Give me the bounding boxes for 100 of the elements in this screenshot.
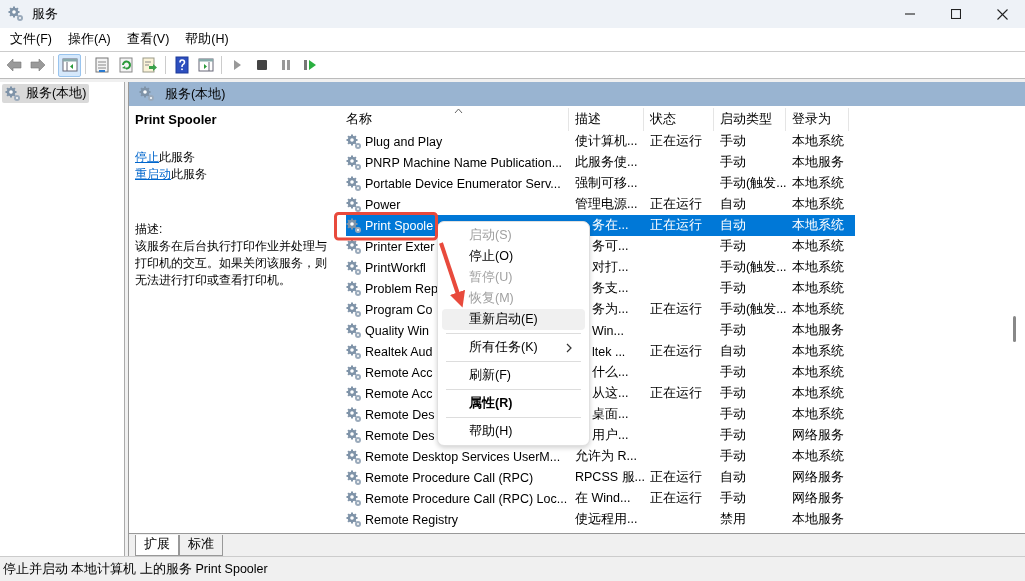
menu-item[interactable]: 帮助(H) bbox=[177, 31, 237, 48]
export-icon bbox=[140, 56, 159, 74]
table-cell: 手动 bbox=[720, 448, 746, 465]
view-tab[interactable]: 扩展 bbox=[135, 535, 179, 556]
menu-item[interactable]: 帮助(H) bbox=[442, 421, 585, 442]
service-icon bbox=[346, 196, 362, 213]
table-cell: 管理电源... bbox=[575, 196, 638, 213]
table-cell: PrintWorkfl bbox=[365, 260, 426, 275]
table-cell: 从这... bbox=[592, 385, 629, 402]
menu-item[interactable]: 查看(V) bbox=[118, 31, 178, 48]
tree-item[interactable]: 服务(本地) bbox=[2, 84, 90, 103]
service-icon bbox=[346, 427, 362, 444]
column-header[interactable]: 登录为 bbox=[786, 108, 849, 131]
table-cell: 正在运行 bbox=[650, 196, 702, 213]
table-cell: 用户... bbox=[592, 427, 629, 444]
table-cell: 桌面... bbox=[592, 406, 629, 423]
table-cell: 本地系统 bbox=[792, 175, 844, 192]
service-icon bbox=[346, 490, 362, 507]
help-icon bbox=[172, 56, 191, 74]
table-cell: 使计算机... bbox=[575, 133, 638, 150]
menu-item[interactable]: 停止(O) bbox=[442, 246, 585, 267]
table-cell: Power bbox=[365, 197, 401, 212]
service-icon bbox=[346, 280, 362, 297]
column-header[interactable]: 名称 bbox=[340, 108, 569, 131]
table-cell: 务在... bbox=[592, 217, 629, 234]
description-label: 描述: bbox=[135, 221, 164, 238]
table-cell: 自动 bbox=[720, 217, 746, 234]
service-icon bbox=[346, 406, 362, 423]
column-header[interactable]: 启动类型 bbox=[714, 108, 786, 131]
table-cell: Realtek Aud bbox=[365, 344, 433, 359]
table-cell: Quality Win bbox=[365, 323, 429, 338]
table-cell: 网络服务 bbox=[792, 427, 844, 444]
app-icon bbox=[8, 6, 24, 22]
service-icon bbox=[346, 448, 362, 465]
menu-item[interactable]: 文件(F) bbox=[2, 31, 60, 48]
table-cell: 本地系统 bbox=[792, 448, 844, 465]
service-icon bbox=[346, 133, 362, 150]
table-cell: 自动 bbox=[720, 343, 746, 360]
table-cell: Program Co bbox=[365, 302, 433, 317]
table-cell: 正在运行 bbox=[650, 133, 702, 150]
table-cell: 本地系统 bbox=[792, 259, 844, 276]
service-icon bbox=[346, 511, 362, 528]
table-cell: 本地服务 bbox=[792, 154, 844, 171]
menu-item[interactable]: 属性(R) bbox=[442, 393, 585, 414]
table-cell: 手动(触发... bbox=[720, 259, 786, 276]
menu-item[interactable]: 所有任务(K) bbox=[442, 337, 585, 358]
table-cell: 正在运行 bbox=[650, 490, 702, 507]
service-icon bbox=[346, 217, 362, 234]
menu-item[interactable]: 刷新(F) bbox=[442, 365, 585, 386]
menu-item[interactable]: 重新启动(E) bbox=[442, 309, 585, 330]
table-cell: 正在运行 bbox=[650, 217, 702, 234]
table-cell: Plug and Play bbox=[365, 134, 443, 149]
console-tree-icon bbox=[60, 56, 79, 74]
action-link[interactable]: 停止 bbox=[135, 150, 159, 164]
scrollbar-thumb[interactable] bbox=[1013, 316, 1016, 342]
description-text: 该服务在后台执行打印作业并处理与打印机的交互。如果关闭该服务，则无法进行打印或查看打印机。 bbox=[135, 238, 328, 289]
action-text: 重启动此服务 bbox=[135, 166, 208, 183]
window-title: 服务 bbox=[32, 5, 58, 23]
table-cell: 本地服务 bbox=[792, 511, 844, 528]
table-cell: 手动 bbox=[720, 238, 746, 255]
gear-icon bbox=[139, 86, 155, 102]
table-cell: 网络服务 bbox=[792, 469, 844, 486]
column-header[interactable]: 状态 bbox=[644, 108, 714, 131]
maximize-icon bbox=[951, 9, 961, 19]
service-icon bbox=[346, 259, 362, 276]
table-cell: 务为... bbox=[592, 301, 629, 318]
table-cell: 手动(触发... bbox=[720, 301, 786, 318]
chevron-icon bbox=[565, 343, 573, 353]
service-icon bbox=[346, 469, 362, 486]
table-cell: Remote Desktop Services UserM... bbox=[365, 449, 561, 464]
service-icon bbox=[346, 385, 362, 402]
table-cell: ltek ... bbox=[592, 344, 626, 359]
table-cell: Problem Rep bbox=[365, 281, 438, 296]
table-cell: 手动 bbox=[720, 133, 746, 150]
table-cell: Portable Device Enumerator Serv... bbox=[365, 176, 561, 191]
table-cell: 手动 bbox=[720, 427, 746, 444]
sort-caret-icon bbox=[454, 108, 463, 114]
table-cell: 在 Wind... bbox=[575, 490, 631, 507]
table-cell: 本地系统 bbox=[792, 217, 844, 234]
action-link[interactable]: 重启动 bbox=[135, 167, 171, 181]
action-text: 停止此服务 bbox=[135, 149, 196, 166]
table-cell: 正在运行 bbox=[650, 385, 702, 402]
table-cell: 手动(触发... bbox=[720, 175, 786, 192]
column-header[interactable]: 描述 bbox=[569, 108, 644, 131]
service-icon bbox=[346, 154, 362, 171]
view-tab[interactable]: 标准 bbox=[179, 535, 223, 556]
table-cell: 网络服务 bbox=[792, 490, 844, 507]
table-cell: RPCSS 服... bbox=[575, 469, 644, 486]
table-cell: 禁用 bbox=[720, 511, 746, 528]
table-cell: Remote Acc bbox=[365, 386, 433, 401]
table-cell: 自动 bbox=[720, 196, 746, 213]
panel-icon bbox=[196, 56, 215, 74]
table-cell: 本地系统 bbox=[792, 406, 844, 423]
table-cell: 手动 bbox=[720, 322, 746, 339]
menu-item[interactable]: 操作(A) bbox=[59, 31, 119, 48]
table-cell: 本地系统 bbox=[792, 133, 844, 150]
table-cell: 手动 bbox=[720, 280, 746, 297]
table-cell: 对打... bbox=[592, 259, 629, 276]
table-cell: 正在运行 bbox=[650, 343, 702, 360]
table-cell: 务支... bbox=[592, 280, 629, 297]
